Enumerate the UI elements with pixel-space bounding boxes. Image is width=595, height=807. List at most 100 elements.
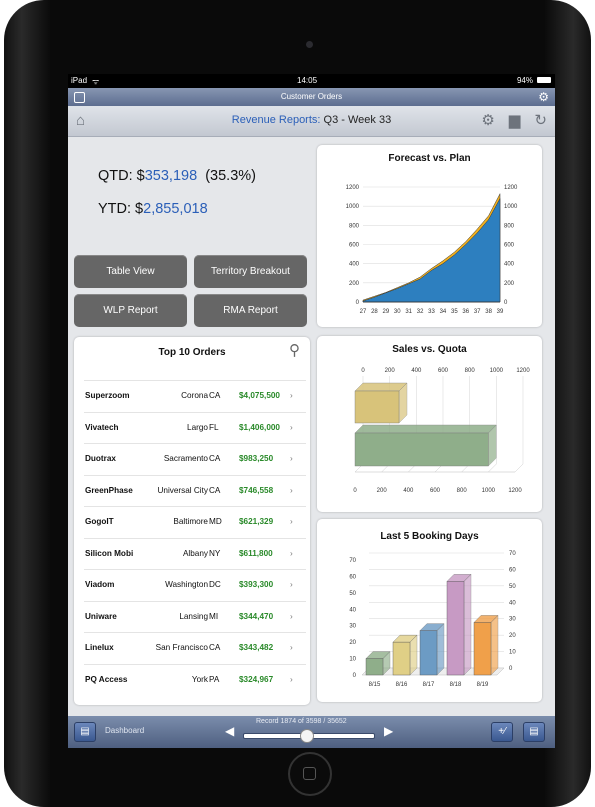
- chevron-right-icon[interactable]: ›: [290, 675, 293, 684]
- dashboard-label[interactable]: Dashboard: [105, 726, 144, 735]
- record-slider-thumb[interactable]: [300, 729, 315, 743]
- y-tick-label-left: 0: [353, 673, 357, 679]
- chevron-right-icon[interactable]: ›: [290, 517, 293, 526]
- x-tick-label-bottom: 0: [353, 488, 357, 494]
- order-city: San Francisco: [155, 643, 208, 652]
- x-tick-label-top: 1000: [490, 368, 504, 374]
- home-button[interactable]: [288, 752, 332, 796]
- order-state: PA: [209, 674, 220, 684]
- chevron-right-icon[interactable]: ›: [290, 454, 293, 463]
- x-tick-label: 38: [485, 309, 492, 315]
- table-view-button[interactable]: Table View: [74, 255, 187, 288]
- ytd-value: 2,855,018: [143, 201, 208, 217]
- order-row[interactable]: Superzoom Corona CA $4,075,500 ›: [84, 380, 306, 411]
- y-tick-label-right: 20: [509, 633, 516, 639]
- chevron-right-icon[interactable]: ›: [290, 549, 293, 558]
- page-title-suffix: Q3 - Week 33: [320, 114, 392, 126]
- x-tick-label: 8/17: [423, 682, 435, 688]
- y-tick-label-right: 30: [509, 617, 516, 623]
- y-tick-label-left: 10: [349, 657, 356, 663]
- dashboard-icon-button[interactable]: ▤: [74, 722, 96, 742]
- sales-quota-chart: 0 0 200 200 400 400 600 600 800 800 1000 1000 1200 12…: [353, 368, 530, 494]
- order-customer: Linelux: [85, 643, 114, 652]
- y-tick-label-left: 400: [349, 262, 360, 268]
- order-row[interactable]: Duotrax Sacramento CA $983,250 ›: [84, 443, 306, 474]
- y-tick-label-right: 0: [509, 666, 513, 672]
- column: [446, 581, 465, 676]
- rma-report-button[interactable]: RMA Report: [194, 294, 307, 327]
- x-tick-label: 8/16: [396, 682, 408, 688]
- order-row[interactable]: Vivatech Largo FL $1,406,000 ›: [84, 411, 306, 443]
- order-row[interactable]: Linelux San Francisco CA $343,482 ›: [84, 632, 306, 663]
- column: [473, 622, 492, 676]
- window-icon[interactable]: [74, 92, 85, 103]
- wlp-report-button[interactable]: WLP Report: [74, 294, 187, 327]
- order-city: Albany: [182, 548, 208, 558]
- order-row[interactable]: GreenPhase Universal City CA $746,558 ›: [84, 474, 306, 506]
- column-side: [463, 573, 472, 676]
- territory-breakout-button[interactable]: Territory Breakout: [194, 255, 307, 288]
- bar: [354, 390, 400, 424]
- order-customer: Superzoom: [85, 391, 130, 400]
- order-customer: Uniware: [85, 611, 117, 621]
- qtd-label: QTD: $: [98, 168, 145, 184]
- column-side: [436, 623, 445, 676]
- x-tick-label: 35: [451, 309, 458, 315]
- nav-actions: ⚙ ▆ ↻: [467, 111, 547, 129]
- bar: [354, 432, 489, 467]
- record-slider[interactable]: [243, 729, 375, 743]
- order-row[interactable]: Viadom Washington DC $393,300 ›: [84, 569, 306, 600]
- refresh-icon[interactable]: ↻: [534, 112, 547, 129]
- y-tick-label-right: 60: [509, 567, 516, 573]
- y-tick-label-left: 40: [349, 607, 356, 613]
- search-icon[interactable]: ⚲: [289, 341, 300, 359]
- chevron-right-icon[interactable]: ›: [290, 612, 293, 621]
- order-city: Washington: [165, 580, 208, 589]
- next-record-icon[interactable]: ▶: [384, 724, 393, 738]
- x-tick-label: 32: [417, 309, 424, 315]
- x-tick-label-bottom: 200: [377, 488, 388, 494]
- settings-gears-icon[interactable]: ⚙: [481, 112, 494, 129]
- order-amount: $746,558: [239, 485, 274, 495]
- previous-record-icon[interactable]: ◀: [225, 724, 234, 738]
- qtd-percent: (35.3%): [197, 168, 256, 184]
- order-state: CA: [209, 643, 221, 652]
- column: [419, 630, 438, 676]
- order-row[interactable]: Uniware Lansing MI $344,470 ›: [84, 600, 306, 632]
- chevron-right-icon[interactable]: ›: [290, 643, 293, 652]
- add-remove-record-button[interactable]: +⁄: [491, 722, 513, 742]
- ytd-line: YTD: $2,855,018: [98, 201, 208, 217]
- chevron-right-icon[interactable]: ›: [290, 580, 293, 589]
- bottom-toolbar: ▤ Dashboard ◀ Record 1874 of 3598 / 3565…: [68, 716, 555, 748]
- x-tick-label: 30: [394, 309, 401, 315]
- x-tick-label-top: 200: [385, 368, 396, 374]
- x-tick-label: 29: [382, 309, 389, 315]
- order-city: Largo: [187, 422, 208, 432]
- order-row[interactable]: GogoIT Baltimore MD $621,329 ›: [84, 506, 306, 537]
- clock: 14:05: [297, 76, 318, 85]
- order-row[interactable]: PQ Access York PA $324,967 ›: [84, 663, 306, 695]
- order-amount: $611,800: [239, 548, 273, 558]
- x-tick-label: 34: [440, 309, 447, 315]
- booking-days-chart: 0 0 10 10 20 20 30 30 40 40 50 50 60 60 70 70 8/15 8/16 8/…: [349, 551, 516, 688]
- find-records-button[interactable]: ▤: [523, 722, 545, 742]
- sales-quota-panel: Sales vs. Quota 0 0 200 200 400 400 600 600 800 8…: [317, 336, 542, 512]
- order-city: Baltimore: [173, 517, 208, 526]
- gear-icon[interactable]: ⚙: [538, 88, 549, 106]
- order-row[interactable]: Silicon Mobi Albany NY $611,800 ›: [84, 537, 306, 569]
- x-tick-label-bottom: 800: [457, 488, 468, 494]
- order-state: CA: [209, 391, 221, 400]
- order-city: York: [191, 674, 208, 684]
- chevron-right-icon[interactable]: ›: [290, 486, 293, 495]
- y-tick-label-right: 1000: [504, 204, 518, 210]
- x-tick-label: 31: [405, 309, 412, 315]
- x-tick-label: 8/19: [477, 682, 489, 688]
- order-city: Universal City: [157, 485, 208, 495]
- chevron-right-icon[interactable]: ›: [290, 391, 293, 400]
- order-customer: Silicon Mobi: [85, 548, 134, 558]
- order-customer: GreenPhase: [85, 485, 133, 495]
- chevron-right-icon[interactable]: ›: [290, 423, 293, 432]
- print-icon[interactable]: ▆: [509, 112, 521, 129]
- battery-percent: 94%: [516, 76, 533, 85]
- order-city: Sacramento: [163, 454, 208, 463]
